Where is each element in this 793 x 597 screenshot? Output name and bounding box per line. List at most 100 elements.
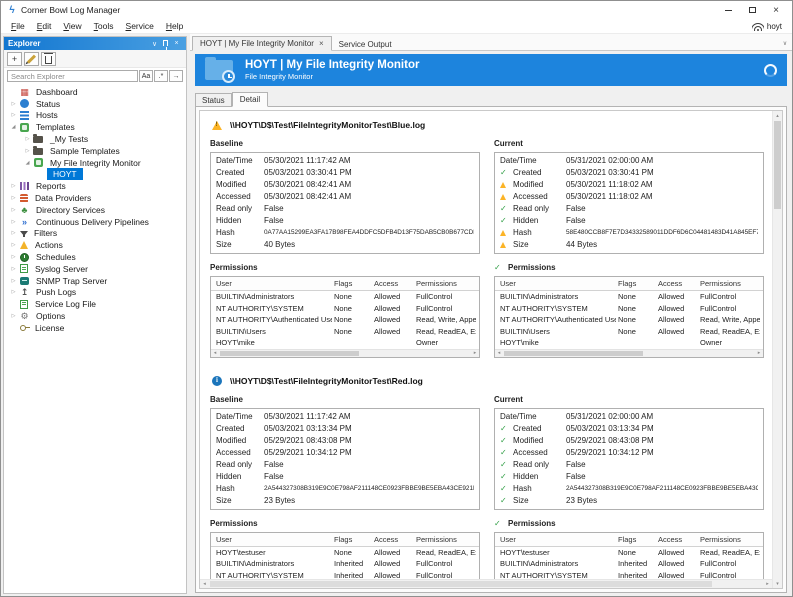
baseline-title: Baseline [210, 395, 480, 404]
search-input[interactable] [7, 70, 138, 82]
tree-expander-icon[interactable]: ▷ [8, 101, 19, 107]
scroll-left-icon[interactable]: ◂ [211, 350, 219, 357]
close-button[interactable]: × [764, 1, 788, 19]
tab-detail[interactable]: Detail [232, 92, 268, 107]
tree-item-my-file-integrity-monitor[interactable]: ◢My File Integrity Monitor [4, 157, 186, 169]
tree-expander-icon[interactable]: ▷ [22, 136, 33, 142]
menu-item-edit[interactable]: Edit [31, 21, 58, 31]
menu-item-help[interactable]: Help [160, 21, 189, 31]
table-horizontal-scrollbar[interactable]: ◂▸ [495, 349, 763, 357]
property-label-group: Hash [216, 483, 264, 495]
tree-item-status[interactable]: ▷Status [4, 98, 186, 110]
menu-item-service[interactable]: Service [120, 21, 160, 31]
tree-item-schedules[interactable]: ▷Schedules [4, 251, 186, 263]
banner-subtitle: File Integrity Monitor [245, 72, 419, 81]
property-label-group: Date/Time [216, 155, 264, 167]
column-header-permissions: Permissions [698, 277, 760, 290]
tree-expander-icon[interactable]: ◢ [22, 160, 33, 166]
tree-item-syslog-server[interactable]: ▷Syslog Server [4, 263, 186, 275]
scroll-up-icon[interactable]: ▴ [773, 111, 782, 120]
vertical-scrollbar[interactable]: ▴ ▾ [772, 111, 782, 588]
search-go-button[interactable]: → [169, 70, 183, 82]
tree-expander-icon[interactable]: ▷ [8, 183, 19, 189]
menu-item-view[interactable]: View [57, 21, 87, 31]
property-label: Date/Time [500, 155, 537, 167]
tree-item-license[interactable]: License [4, 322, 186, 334]
property-row: Created05/03/2021 03:30:41 PM [211, 167, 479, 179]
tree-expander-icon[interactable]: ▷ [8, 195, 19, 201]
tree-item-snmp-trap-server[interactable]: ▷SNMP Trap Server [4, 275, 186, 287]
scroll-right-icon[interactable]: ▸ [755, 350, 763, 357]
tree-item-options[interactable]: ▷Options [4, 310, 186, 322]
tree-item-directory-services[interactable]: ▷Directory Services [4, 204, 186, 216]
scrollbar-thumb[interactable] [774, 121, 781, 209]
pin-panel-button[interactable] [160, 40, 171, 48]
tree-expander-icon[interactable]: ▷ [8, 289, 19, 295]
tree-item-templates[interactable]: ◢Templates [4, 121, 186, 133]
minimize-button[interactable] [716, 1, 740, 19]
scroll-right-icon[interactable]: ▸ [763, 580, 772, 588]
tree-item-service-log-file[interactable]: Service Log File [4, 298, 186, 310]
window-title: Corner Bowl Log Manager [21, 5, 120, 15]
scroll-right-icon[interactable]: ▸ [471, 350, 479, 357]
close-panel-button[interactable]: × [171, 40, 182, 47]
tab-list-chevron-icon[interactable]: ∨ [778, 40, 792, 50]
document-tab-service-output[interactable]: Service Output [332, 38, 399, 51]
tree-expander-icon[interactable]: ▷ [8, 207, 19, 213]
tree-item-actions[interactable]: ▷Actions [4, 239, 186, 251]
scrollbar-thumb[interactable] [504, 351, 643, 356]
tree-item-my-tests[interactable]: ▷_My Tests [4, 133, 186, 145]
tree-expander-icon[interactable]: ▷ [8, 112, 19, 118]
property-label-group: Date/Time [500, 411, 566, 423]
scroll-left-icon[interactable]: ◂ [495, 350, 503, 357]
tree-expander-icon[interactable]: ▷ [22, 148, 33, 154]
tree-item-hoyt[interactable]: HOYT [4, 169, 186, 181]
scrollbar-thumb[interactable] [210, 581, 712, 587]
scrollbar-thumb[interactable] [220, 351, 359, 356]
maximize-button[interactable] [740, 1, 764, 19]
match-case-button[interactable]: Aa [139, 70, 153, 82]
property-row: Accessed05/30/2021 11:18:02 AM [495, 191, 763, 203]
tree-expander-icon[interactable]: ▷ [8, 254, 19, 260]
property-row: Modified05/30/2021 11:18:02 AM [495, 179, 763, 191]
delete-button[interactable] [41, 52, 56, 66]
horizontal-scrollbar[interactable]: ◂ ▸ [200, 579, 772, 588]
tree-expander-icon[interactable]: ▷ [8, 242, 19, 248]
tree-item-push-logs[interactable]: ▷Push Logs [4, 287, 186, 299]
edit-button[interactable] [24, 52, 39, 66]
tree-item-reports[interactable]: ▷Reports [4, 180, 186, 192]
tree-expander-icon[interactable]: ▷ [8, 230, 19, 236]
property-label: Read only [513, 203, 549, 215]
tree-item-sample-templates[interactable]: ▷Sample Templates [4, 145, 186, 157]
panel-menu-chevron-icon[interactable]: ∨ [149, 40, 160, 48]
scroll-down-icon[interactable]: ▾ [773, 579, 782, 588]
folder-icon [33, 136, 43, 143]
property-label: Size [216, 239, 232, 251]
regex-button[interactable]: .* [154, 70, 168, 82]
tree-item-data-providers[interactable]: ▷Data Providers [4, 192, 186, 204]
table-horizontal-scrollbar[interactable]: ◂▸ [211, 349, 479, 357]
tree-item-continuous-delivery-pipelines[interactable]: ▷Continuous Delivery Pipelines [4, 216, 186, 228]
permission-cell: None [332, 547, 372, 559]
scroll-left-icon[interactable]: ◂ [200, 580, 209, 588]
tree-item-dashboard[interactable]: Dashboard [4, 86, 186, 98]
close-tab-icon[interactable]: × [319, 39, 324, 48]
tree-expander-icon[interactable]: ▷ [8, 219, 19, 225]
property-label: Hidden [216, 215, 241, 227]
document-tabstrip: HOYT | My File Integrity Monitor×Service… [190, 34, 792, 51]
menu-item-file[interactable]: File [5, 21, 31, 31]
tree-expander-icon[interactable]: ◢ [8, 124, 19, 130]
tree-expander-icon[interactable]: ▷ [8, 266, 19, 272]
document-tab-hoyt-my-file-integrity-monitor[interactable]: HOYT | My File Integrity Monitor× [192, 36, 332, 51]
tab-status[interactable]: Status [195, 93, 232, 107]
permission-row: NT AUTHORITY\SYSTEMNoneAllowedFullContro… [495, 303, 763, 315]
app-body: Explorer ∨ × + Aa .* → Dashboard▷Status▷… [1, 34, 792, 596]
tree-item-filters[interactable]: ▷Filters [4, 228, 186, 240]
menu-item-tools[interactable]: Tools [88, 21, 120, 31]
column-header-permissions: Permissions [414, 533, 476, 546]
tree-expander-icon[interactable]: ▷ [8, 278, 19, 284]
property-row: Size44 Bytes [495, 239, 763, 251]
tree-item-hosts[interactable]: ▷Hosts [4, 110, 186, 122]
add-button[interactable]: + [7, 52, 22, 66]
tree-expander-icon[interactable]: ▷ [8, 313, 19, 319]
